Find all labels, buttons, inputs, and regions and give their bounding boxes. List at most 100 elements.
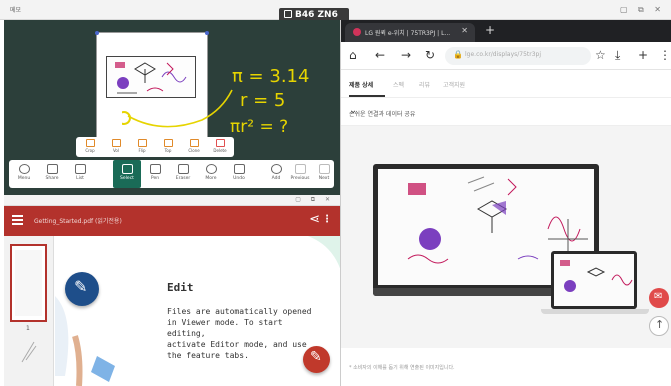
laptop-whiteboard-content xyxy=(560,260,633,292)
subnav-support[interactable]: 고객지원 xyxy=(443,80,465,89)
hamburger-icon[interactable] xyxy=(12,215,23,225)
pen-label: Pen xyxy=(150,176,160,181)
pen-button[interactable]: Pen xyxy=(142,164,168,181)
delete-button[interactable]: Delete xyxy=(208,139,232,153)
cursor-icon xyxy=(121,164,133,174)
eraser-label: Eraser xyxy=(175,176,191,181)
scroll-top-button[interactable] xyxy=(649,316,669,336)
whiteboard-area[interactable]: π = 3.14 r = 5 πr² = ? Crop Vol Flip Top… xyxy=(4,20,340,195)
active-tab-underline xyxy=(349,95,385,97)
subnav-spec[interactable]: 스펙 xyxy=(393,80,404,89)
new-tab-plus-icon[interactable]: + xyxy=(638,48,648,62)
split-badge-label: B46 ZN6 xyxy=(295,10,338,20)
whiteboard-toolbar: Menu Share List Select Pen Eraser More U… xyxy=(9,160,334,188)
menu-button[interactable]: Menu xyxy=(11,164,37,181)
pdf-window-controls[interactable]: ▢ ⧉ ✕ xyxy=(295,196,334,204)
pen-icon xyxy=(149,164,161,174)
browser-menu-icon[interactable]: ⋮ xyxy=(659,48,671,62)
menu-icon xyxy=(18,164,30,174)
more-button[interactable]: More xyxy=(198,164,224,181)
pdf-file-title: Getting_Started.pdf (읽기전용) xyxy=(34,218,122,225)
edit-description: Files are automatically opened in Viewer… xyxy=(167,306,317,361)
lock-icon: 🔒 xyxy=(453,50,463,59)
edit-line: in Viewer mode. To start editing, xyxy=(167,318,283,338)
home-icon[interactable]: ⌂ xyxy=(349,48,357,62)
subnav-detail[interactable]: 제품 상세 xyxy=(349,80,373,89)
chevron-left-icon xyxy=(294,164,306,174)
edit-fab-button[interactable] xyxy=(65,272,99,306)
product-subnav: 제품 상세 스펙 리뷰 고객지원 xyxy=(341,70,671,98)
flip-icon xyxy=(137,139,147,147)
reload-icon[interactable]: ↻ xyxy=(425,48,435,62)
address-bar[interactable]: 🔒 lge.co.kr/displays/75tr3pj xyxy=(445,47,591,65)
page-thumbnail-next[interactable] xyxy=(14,336,44,366)
new-tab-button[interactable]: + xyxy=(485,23,495,37)
right-window-titlebar: ▢ ⧉ ✕ xyxy=(340,0,671,20)
top-label: Top xyxy=(164,148,172,153)
previous-label: Previous xyxy=(290,176,310,181)
laptop-screen xyxy=(554,254,634,306)
top-button[interactable]: Top xyxy=(156,139,180,153)
browser-window: LG 원퀵 e-위치 | 75TR3PJ | L... ✕ + ⌂ ← → ↻ … xyxy=(340,20,671,386)
trash-icon xyxy=(215,139,225,147)
undo-label: Undo xyxy=(233,176,245,181)
crop-button[interactable]: Crop xyxy=(78,139,102,153)
next-label: Next xyxy=(318,176,330,181)
eraser-icon xyxy=(177,164,189,174)
add-button[interactable]: Add xyxy=(263,164,289,181)
laptop-base xyxy=(541,309,649,314)
flip-button[interactable]: Flip xyxy=(130,139,154,153)
bookmark-star-icon[interactable]: ☆ xyxy=(595,48,606,62)
window-icon xyxy=(284,10,292,18)
page-thumbnail-selected[interactable] xyxy=(10,244,47,322)
browser-toolbar: ⌂ ← → ↻ 🔒 lge.co.kr/displays/75tr3pj ☆ ⤓… xyxy=(341,42,671,70)
flip-label: Flip xyxy=(138,148,146,153)
resize-handle[interactable] xyxy=(205,31,209,35)
chevron-right-icon xyxy=(318,164,330,174)
menu-label: Menu xyxy=(17,176,31,181)
browser-tab-active[interactable]: LG 원퀵 e-위치 | 75TR3PJ | L... ✕ xyxy=(345,23,475,42)
crop-icon xyxy=(85,139,95,147)
back-icon[interactable]: ← xyxy=(375,48,385,62)
tab-title: LG 원퀵 e-위치 | 75TR3PJ | L... xyxy=(365,30,451,37)
draw-fab-button[interactable] xyxy=(303,346,330,373)
math-line: r = 5 xyxy=(240,90,285,111)
more-vert-icon[interactable]: ⋮ xyxy=(322,214,332,225)
window-controls[interactable]: ▢ ⧉ ✕ xyxy=(620,5,665,15)
undo-button[interactable]: Undo xyxy=(226,164,252,181)
select-button[interactable]: Select xyxy=(114,164,140,181)
crop-label: Crop xyxy=(85,148,95,153)
edit-line: Files are automatically opened xyxy=(167,307,312,316)
math-line: πr² = ? xyxy=(230,117,288,137)
page-number: 1 xyxy=(26,325,30,332)
vol-button[interactable]: Vol xyxy=(104,139,128,153)
edit-line: activate Editor mode, and use xyxy=(167,340,307,349)
share-icon xyxy=(46,164,58,174)
share-icon[interactable]: ⋖ xyxy=(309,212,320,227)
resize-handle[interactable] xyxy=(95,31,99,35)
previous-button[interactable]: Previous xyxy=(287,164,313,181)
download-icon[interactable]: ⤓ xyxy=(615,48,620,63)
subnav-review[interactable]: 리뷰 xyxy=(419,80,430,89)
share-button[interactable]: Share xyxy=(39,164,65,181)
lg-favicon-icon xyxy=(353,28,361,36)
section-header[interactable]: 손쉬운 연결과 데이터 공유 ⌄ xyxy=(341,98,671,126)
chevron-down-icon: ⌄ xyxy=(349,105,358,116)
pdf-page[interactable]: Edit Files are automatically opened in V… xyxy=(55,236,340,386)
pdf-viewer-window: ▢ ⧉ ✕ Getting_Started.pdf (읽기전용) ⋖ ⋮ 1 E… xyxy=(4,195,340,386)
bring-top-icon xyxy=(163,139,173,147)
layer-icon xyxy=(111,139,121,147)
close-tab-icon[interactable]: ✕ xyxy=(461,26,468,35)
eraser-button[interactable]: Eraser xyxy=(170,164,196,181)
list-button[interactable]: List xyxy=(67,164,93,181)
add-label: Add xyxy=(271,176,281,181)
next-button[interactable]: Next xyxy=(311,164,337,181)
forward-icon[interactable]: → xyxy=(401,48,411,62)
clone-label: Clone xyxy=(188,148,200,153)
chat-fab-button[interactable] xyxy=(649,288,669,308)
tab-strip: LG 원퀵 e-위치 | 75TR3PJ | L... ✕ + xyxy=(341,20,671,42)
laptop-display xyxy=(551,251,637,309)
clone-button[interactable]: Clone xyxy=(182,139,206,153)
page-thumbnails: 1 xyxy=(4,236,54,386)
thumbnail-content xyxy=(15,250,42,316)
